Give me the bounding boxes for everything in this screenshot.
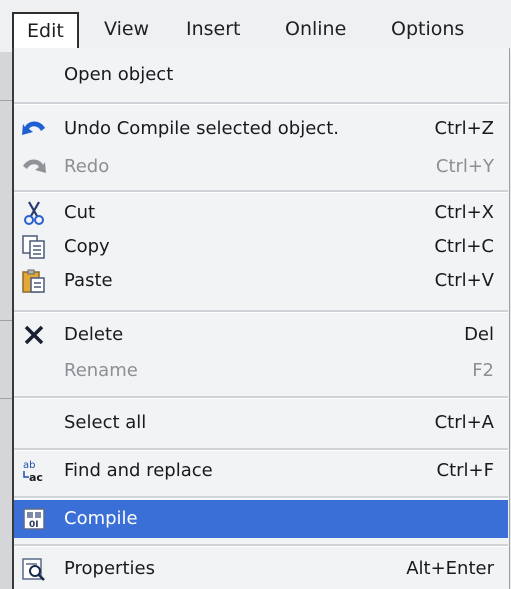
menu-item-delete[interactable]: Delete Del (14, 316, 508, 354)
menu-item-shortcut: Ctrl+C (434, 236, 494, 257)
background-divider (0, 398, 12, 399)
scissors-icon (20, 199, 48, 227)
menu-item-shortcut: Ctrl+F (436, 460, 494, 481)
menu-item-label: Paste (64, 270, 113, 291)
menu-item-select-all[interactable]: Select all Ctrl+A (14, 404, 508, 442)
menu-separator (14, 310, 508, 313)
menu-item-shortcut: Ctrl+Z (434, 118, 494, 139)
menu-separator (14, 448, 508, 451)
menu-item-label: Rename (64, 360, 138, 381)
menu-item-shortcut: Ctrl+A (434, 412, 494, 433)
menu-item-label: Undo Compile selected object. (64, 118, 339, 139)
paste-icon (20, 267, 48, 295)
find-icon-text-bottom: ac (29, 471, 43, 484)
menu-bar: Edit View Insert Online Options (0, 0, 511, 52)
menu-item-undo[interactable]: Undo Compile selected object. Ctrl+Z (14, 110, 508, 148)
menu-item-label: Properties (64, 558, 155, 579)
menu-edit[interactable]: Edit (12, 12, 79, 48)
menu-item-label: Select all (64, 412, 147, 433)
background-divider (0, 320, 12, 321)
menu-view[interactable]: View (104, 12, 149, 48)
menu-item-copy[interactable]: Copy Ctrl+C (14, 228, 508, 266)
menu-separator (14, 190, 508, 193)
menu-item-label: Compile (64, 508, 138, 529)
undo-icon (20, 115, 48, 143)
edit-menu-dropdown: Open object Undo Compile selected object… (12, 48, 510, 589)
menu-item-shortcut: Ctrl+Y (435, 156, 494, 177)
find-replace-icon: ab ac (20, 457, 48, 485)
menu-item-label: Cut (64, 202, 96, 223)
svg-text:0I: 0I (29, 520, 39, 530)
menu-item-label: Copy (64, 236, 110, 257)
menu-item-shortcut: Ctrl+V (434, 270, 494, 291)
menu-item-find-replace[interactable]: ab ac Find and replace Ctrl+F (14, 452, 508, 490)
background-divider (0, 100, 12, 101)
menu-item-label: Delete (64, 324, 124, 345)
menu-item-label: Redo (64, 156, 110, 177)
menu-item-cut[interactable]: Cut Ctrl+X (14, 194, 508, 232)
menu-item-properties[interactable]: Properties Alt+Enter (14, 550, 508, 588)
menu-item-compile[interactable]: 0I Compile (14, 500, 508, 538)
menu-item-shortcut: Del (464, 324, 494, 345)
menu-insert[interactable]: Insert (186, 12, 241, 48)
menu-item-shortcut: F2 (472, 360, 494, 381)
menu-item-redo: Redo Ctrl+Y (14, 148, 508, 186)
menu-item-label: Open object (64, 64, 174, 85)
menu-separator (14, 102, 508, 105)
menu-options[interactable]: Options (391, 12, 464, 48)
menu-separator (14, 496, 508, 499)
menu-separator (14, 544, 508, 547)
redo-icon (20, 153, 48, 181)
find-icon-text-top: ab (23, 460, 35, 471)
menu-item-shortcut: Ctrl+X (434, 202, 494, 223)
delete-x-icon (20, 321, 48, 349)
menu-item-shortcut: Alt+Enter (406, 558, 494, 579)
menu-online[interactable]: Online (285, 12, 346, 48)
menu-item-label: Find and replace (64, 460, 213, 481)
menu-separator (14, 396, 508, 399)
menu-item-rename: Rename F2 (14, 352, 508, 390)
menu-item-paste[interactable]: Paste Ctrl+V (14, 262, 508, 300)
copy-icon (20, 233, 48, 261)
properties-icon (20, 555, 48, 583)
menu-item-open-object[interactable]: Open object (14, 56, 508, 94)
compile-icon: 0I (20, 505, 48, 533)
